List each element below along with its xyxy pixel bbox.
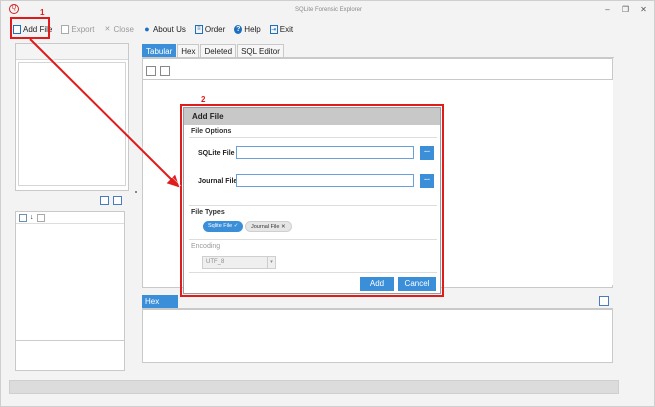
callout-arrow [29, 38, 182, 188]
